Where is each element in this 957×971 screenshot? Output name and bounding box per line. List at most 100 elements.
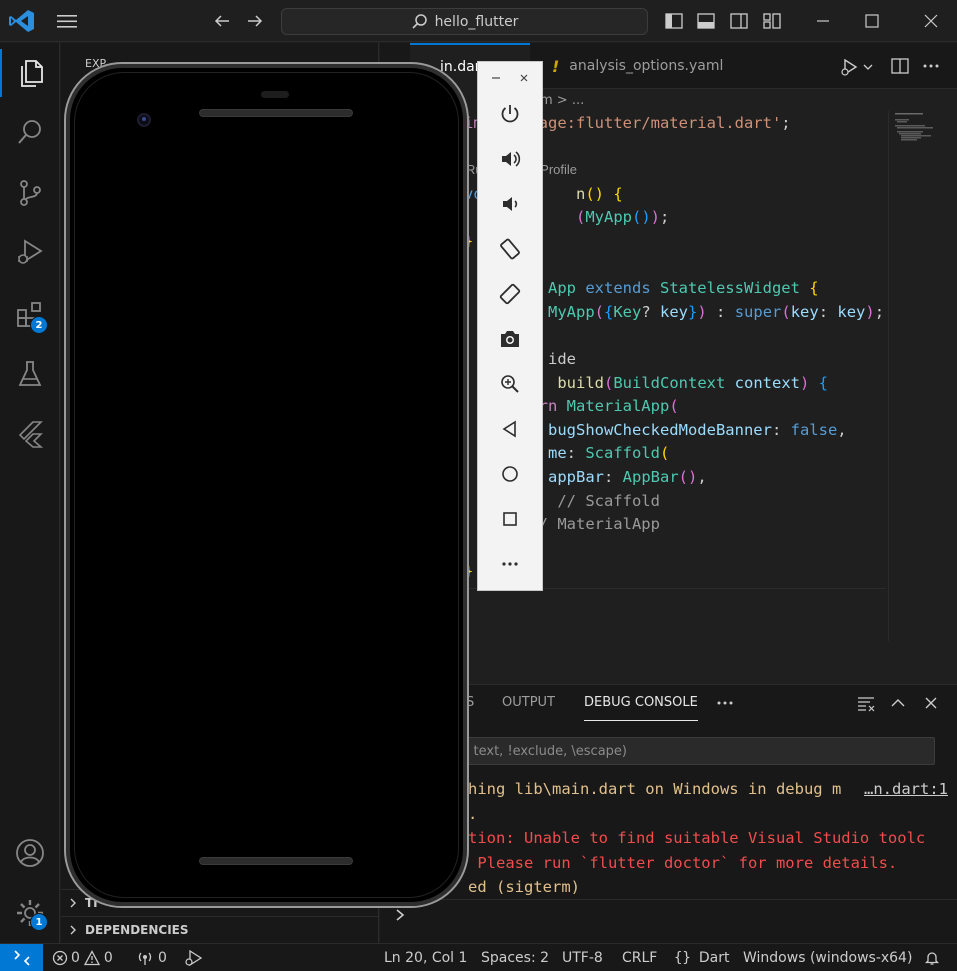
debug-status[interactable] [184, 944, 204, 971]
search-icon [411, 13, 427, 29]
warning-count: 0 [103, 950, 113, 966]
console-filter-input[interactable]: g. text, !exclude, \escape) [450, 737, 935, 765]
flutter-icon [18, 421, 44, 448]
power-button[interactable] [478, 94, 542, 134]
code-token: StatelessWidget [659, 279, 810, 298]
volume-up-button[interactable] [478, 139, 542, 179]
code-token: } [688, 302, 698, 321]
activity-bar: 2 1 [0, 43, 60, 943]
home-button[interactable] [478, 454, 542, 494]
console-line: . [468, 804, 478, 823]
code-token: key [790, 302, 819, 321]
hamburger-menu-icon[interactable] [55, 11, 79, 31]
indentation[interactable]: Spaces: 2 [481, 944, 549, 971]
code-token: : [603, 468, 623, 486]
source-link[interactable]: …n.dart:1 [864, 777, 948, 801]
search-activity[interactable] [0, 108, 60, 156]
proximity-sensor [261, 91, 289, 98]
more-actions-icon[interactable] [921, 56, 941, 76]
run-debug-activity[interactable] [0, 228, 60, 276]
volume-down-icon [503, 197, 518, 211]
encoding[interactable]: UTF-8 [562, 944, 603, 971]
maximize-panel-icon[interactable] [889, 694, 907, 712]
source-control-activity[interactable] [0, 169, 60, 217]
rotate-right-button[interactable] [478, 274, 542, 314]
android-emulator-device[interactable] [64, 62, 469, 908]
forward-arrow-icon[interactable] [245, 11, 265, 31]
minimap-preview [895, 113, 933, 141]
back-triangle-icon [502, 420, 516, 438]
error-count: 0 [71, 950, 80, 966]
close-window-icon[interactable] [920, 10, 942, 32]
title-bar: hello_flutter [0, 0, 957, 42]
code-token: ) [697, 302, 707, 321]
back-arrow-icon[interactable] [212, 11, 232, 31]
extended-controls-button[interactable] [478, 544, 542, 584]
bell-icon[interactable] [924, 950, 940, 966]
overview-button[interactable] [478, 499, 542, 539]
maximize-icon[interactable] [861, 10, 883, 32]
tab-output[interactable]: OUTPUT [502, 695, 555, 721]
remote-icon [13, 950, 30, 966]
ports-status[interactable]: 0 [136, 944, 167, 971]
minimap[interactable] [888, 111, 938, 641]
remote-button[interactable] [0, 944, 43, 971]
toggle-secondary-sidebar-icon[interactable] [729, 11, 749, 31]
language-mode[interactable]: {} Dart [674, 944, 729, 971]
split-editor-icon[interactable] [890, 56, 910, 76]
code-token: { [818, 373, 829, 392]
minimize-icon[interactable] [812, 10, 834, 32]
code-token: ( [575, 208, 586, 227]
code-token: () [632, 208, 651, 227]
command-center-search[interactable]: hello_flutter [281, 8, 648, 35]
tab-analysis-options[interactable]: ! analysis_options.yaml [530, 43, 760, 89]
console-input[interactable] [380, 899, 957, 929]
run-debug-icon [18, 239, 43, 264]
code-token: : [706, 302, 735, 321]
problems-status[interactable]: 0 0 [52, 944, 113, 971]
code-token: , [837, 420, 847, 439]
rotate-right-icon [499, 283, 521, 305]
code-token: ) [865, 302, 875, 321]
code-token: () { [585, 184, 623, 203]
source-control-icon [20, 180, 41, 206]
toggle-panel-icon[interactable] [696, 11, 716, 31]
flutter-activity[interactable] [0, 410, 60, 458]
customize-layout-icon[interactable] [762, 11, 782, 31]
minimize-emulator-icon[interactable] [490, 72, 502, 84]
manage-activity[interactable]: 1 [0, 889, 60, 937]
zoom-button[interactable] [478, 364, 542, 404]
accounts-activity[interactable] [0, 829, 60, 877]
close-emulator-icon[interactable] [518, 72, 530, 84]
emulator-screen[interactable] [74, 72, 459, 898]
back-button[interactable] [478, 409, 542, 449]
more-panel-actions-icon[interactable] [715, 695, 735, 711]
end-of-line[interactable]: CRLF [622, 944, 657, 971]
code-token: ( [659, 444, 670, 463]
device-selector[interactable]: Windows (windows-x64) [743, 944, 912, 971]
volume-down-button[interactable] [478, 184, 542, 224]
console-line: hing lib\main.dart on Windows in debug m [468, 780, 842, 798]
filter-placeholder: g. text, !exclude, \escape) [457, 743, 627, 759]
console-line: Please run `flutter doctor` for more det… [468, 853, 898, 872]
home-circle-icon [502, 466, 518, 482]
close-panel-icon[interactable] [922, 694, 940, 712]
dependencies-section[interactable]: DEPENDENCIES [61, 916, 379, 942]
cursor-position[interactable]: Ln 20, Col 1 [384, 944, 467, 971]
rotate-left-button[interactable] [478, 229, 542, 269]
code-token: Scaffold [585, 444, 660, 463]
braces-icon: {} [674, 950, 691, 966]
run-debug-dropdown-icon[interactable] [840, 57, 876, 77]
screenshot-button[interactable] [478, 319, 542, 359]
explorer-activity[interactable] [0, 49, 60, 97]
vscode-window: hello_flutter 2 1 EXP TI DEPENDENCIES in… [0, 0, 957, 971]
clear-console-icon[interactable] [856, 694, 876, 712]
extensions-activity[interactable]: 2 [0, 290, 60, 338]
testing-activity[interactable] [0, 350, 60, 398]
toggle-primary-sidebar-icon[interactable] [664, 11, 684, 31]
settings-badge: 1 [30, 913, 48, 931]
breadcrumb[interactable]: m > ... [540, 89, 584, 111]
zoom-in-icon [501, 375, 519, 393]
code-token: ( [604, 373, 614, 392]
tab-debug-console[interactable]: DEBUG CONSOLE [584, 695, 698, 721]
